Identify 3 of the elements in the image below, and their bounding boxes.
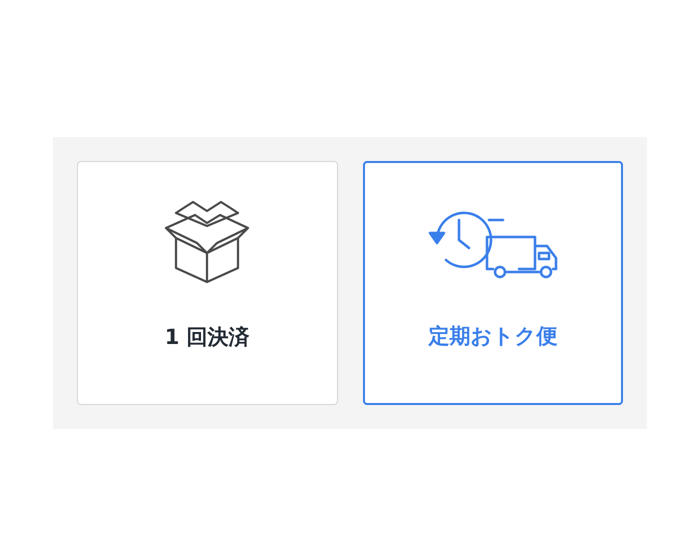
open-box-icon (164, 198, 250, 284)
purchase-option[interactable]: 1 回決済 (77, 161, 338, 405)
purchase-option[interactable]: 定期おトク便 (362, 161, 623, 405)
